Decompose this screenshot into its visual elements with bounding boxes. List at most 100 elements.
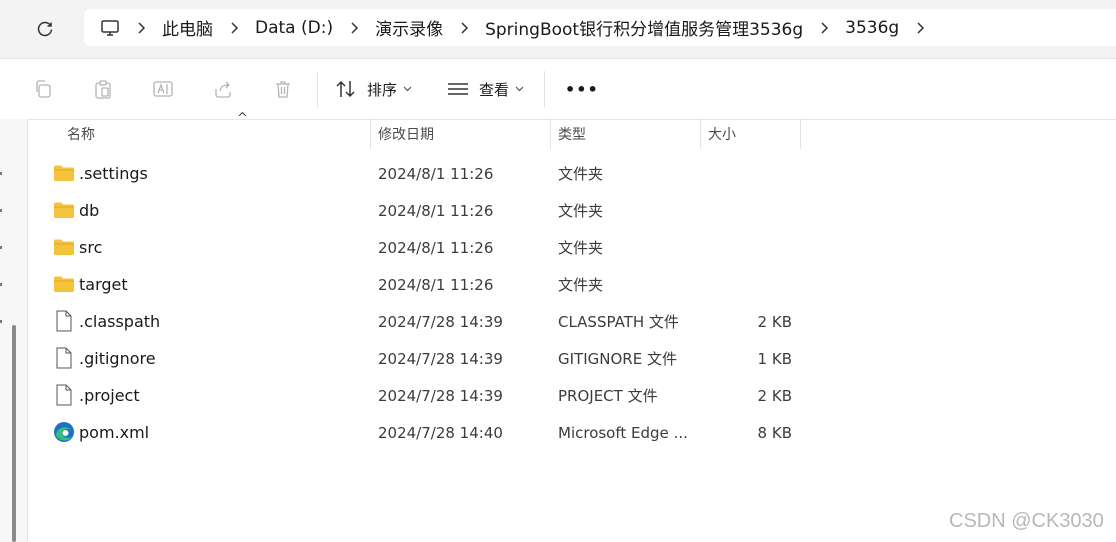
- share-button[interactable]: [211, 77, 235, 101]
- sort-button[interactable]: 排序: [335, 73, 412, 105]
- file-row[interactable]: .settings 2024/8/1 11:26 文件夹: [28, 155, 1116, 192]
- file-row[interactable]: .gitignore 2024/7/28 14:39 GITIGNORE 文件 …: [28, 340, 1116, 377]
- chevron-right-icon[interactable]: [803, 9, 845, 46]
- file-size: 1 KB: [757, 349, 792, 368]
- file-size: [708, 155, 792, 192]
- folder-icon: [52, 161, 76, 185]
- chevron-down-icon: [403, 86, 412, 92]
- file-name: src: [79, 238, 103, 257]
- file-name: .gitignore: [79, 349, 156, 368]
- rename-icon: [153, 81, 173, 97]
- file-name: .classpath: [79, 312, 161, 331]
- file-name: .project: [79, 386, 140, 405]
- trash-icon: [276, 81, 290, 98]
- more-options-button[interactable]: •••: [565, 73, 599, 105]
- column-divider[interactable]: [550, 119, 551, 149]
- breadcrumb-drive[interactable]: Data (D:): [255, 18, 333, 38]
- view-button[interactable]: 查看: [447, 73, 524, 105]
- file-icon: [52, 383, 76, 407]
- file-row[interactable]: pom.xml 2024/7/28 14:40 Microsoft Edge .…: [28, 414, 1116, 451]
- file-type: 文件夹: [558, 165, 604, 183]
- sort-label: 排序: [367, 80, 398, 99]
- file-date: 2024/8/1 11:26: [378, 238, 494, 257]
- file-date: 2024/7/28 14:40: [378, 423, 503, 442]
- refresh-button[interactable]: [28, 12, 62, 46]
- file-size: [708, 229, 792, 266]
- nav-expand-arrow[interactable]: [0, 209, 2, 212]
- column-divider[interactable]: [370, 119, 371, 149]
- file-date: 2024/7/28 14:39: [378, 349, 503, 368]
- folder-icon: [52, 235, 76, 259]
- file-type: 文件夹: [558, 239, 604, 257]
- column-header-date-label: 修改日期: [378, 127, 434, 143]
- file-row[interactable]: target 2024/8/1 11:26 文件夹: [28, 266, 1116, 303]
- column-header-type-label: 类型: [558, 127, 586, 143]
- column-divider[interactable]: [800, 119, 801, 149]
- file-icon: [52, 346, 76, 370]
- column-header-size-label: 大小: [708, 127, 736, 143]
- chevron-right-icon[interactable]: [443, 9, 485, 46]
- breadcrumb-folder-current[interactable]: 3536g: [845, 18, 899, 38]
- column-header-size[interactable]: 大小: [708, 119, 800, 149]
- nav-expand-arrow[interactable]: [0, 320, 2, 323]
- file-name: db: [79, 201, 100, 220]
- rename-button[interactable]: [151, 77, 175, 101]
- chevron-right-icon[interactable]: [899, 9, 941, 46]
- column-header-date[interactable]: 修改日期: [378, 119, 550, 149]
- chevron-right-icon[interactable]: [213, 9, 255, 46]
- file-size: 2 KB: [757, 386, 792, 405]
- nav-expand-arrow[interactable]: [0, 283, 2, 286]
- file-date: 2024/8/1 11:26: [378, 164, 494, 183]
- file-row[interactable]: db 2024/8/1 11:26 文件夹: [28, 192, 1116, 229]
- breadcrumb-folder-project[interactable]: SpringBoot银行积分增值服务管理3536g: [485, 15, 803, 40]
- folder-icon: [52, 198, 76, 222]
- file-size: 2 KB: [757, 312, 792, 331]
- file-type: CLASSPATH 文件: [558, 313, 679, 331]
- sort-icon: [336, 80, 355, 98]
- paste-icon: [95, 80, 111, 99]
- file-date: 2024/7/28 14:39: [378, 312, 503, 331]
- file-date: 2024/8/1 11:26: [378, 275, 494, 294]
- refresh-icon: [37, 21, 53, 37]
- file-row[interactable]: .project 2024/7/28 14:39 PROJECT 文件 2 KB: [28, 377, 1116, 414]
- address-bar[interactable]: 此电脑 Data (D:) 演示录像 SpringBoot银行积分增值服务管理3…: [84, 9, 1116, 46]
- column-divider[interactable]: [700, 119, 701, 149]
- copy-button[interactable]: [31, 77, 55, 101]
- chevron-down-icon: [515, 86, 524, 92]
- command-toolbar: 排序 查看 •••: [0, 58, 1116, 120]
- column-header-name[interactable]: 名称: [67, 119, 369, 149]
- breadcrumb-folder-demo[interactable]: 演示录像: [375, 15, 443, 40]
- nav-expand-arrow[interactable]: [0, 246, 2, 249]
- chevron-right-icon[interactable]: [120, 9, 162, 46]
- file-date: 2024/8/1 11:26: [378, 201, 494, 220]
- toolbar-divider: [544, 71, 545, 107]
- breadcrumb-this-pc[interactable]: 此电脑: [162, 15, 213, 40]
- delete-button[interactable]: [271, 77, 295, 101]
- file-icon: [52, 309, 76, 333]
- navigation-pane[interactable]: [0, 119, 28, 542]
- file-name: .settings: [79, 164, 148, 183]
- watermark: CSDN @CK3030: [949, 510, 1104, 532]
- view-label: 查看: [479, 80, 510, 99]
- chevron-right-icon[interactable]: [333, 9, 375, 46]
- share-icon: [215, 81, 231, 98]
- column-header-name-label: 名称: [67, 127, 95, 143]
- file-size: [708, 192, 792, 229]
- edge-icon: [52, 420, 76, 444]
- file-type: 文件夹: [558, 276, 604, 294]
- file-type: Microsoft Edge ...: [558, 423, 688, 442]
- navigation-scrollbar[interactable]: [12, 325, 16, 542]
- file-name: target: [79, 275, 128, 294]
- copy-icon: [36, 80, 51, 98]
- column-header-row: ^ 名称 修改日期 类型 大小: [28, 111, 1116, 149]
- file-row[interactable]: .classpath 2024/7/28 14:39 CLASSPATH 文件 …: [28, 303, 1116, 340]
- view-list-icon: [448, 83, 468, 95]
- paste-button[interactable]: [91, 77, 115, 101]
- file-name: pom.xml: [79, 423, 150, 442]
- column-header-type[interactable]: 类型: [558, 119, 700, 149]
- file-row[interactable]: src 2024/8/1 11:26 文件夹: [28, 229, 1116, 266]
- file-size: [708, 266, 792, 303]
- nav-expand-arrow[interactable]: [0, 172, 2, 175]
- folder-icon: [52, 272, 76, 296]
- toolbar-divider: [317, 71, 318, 107]
